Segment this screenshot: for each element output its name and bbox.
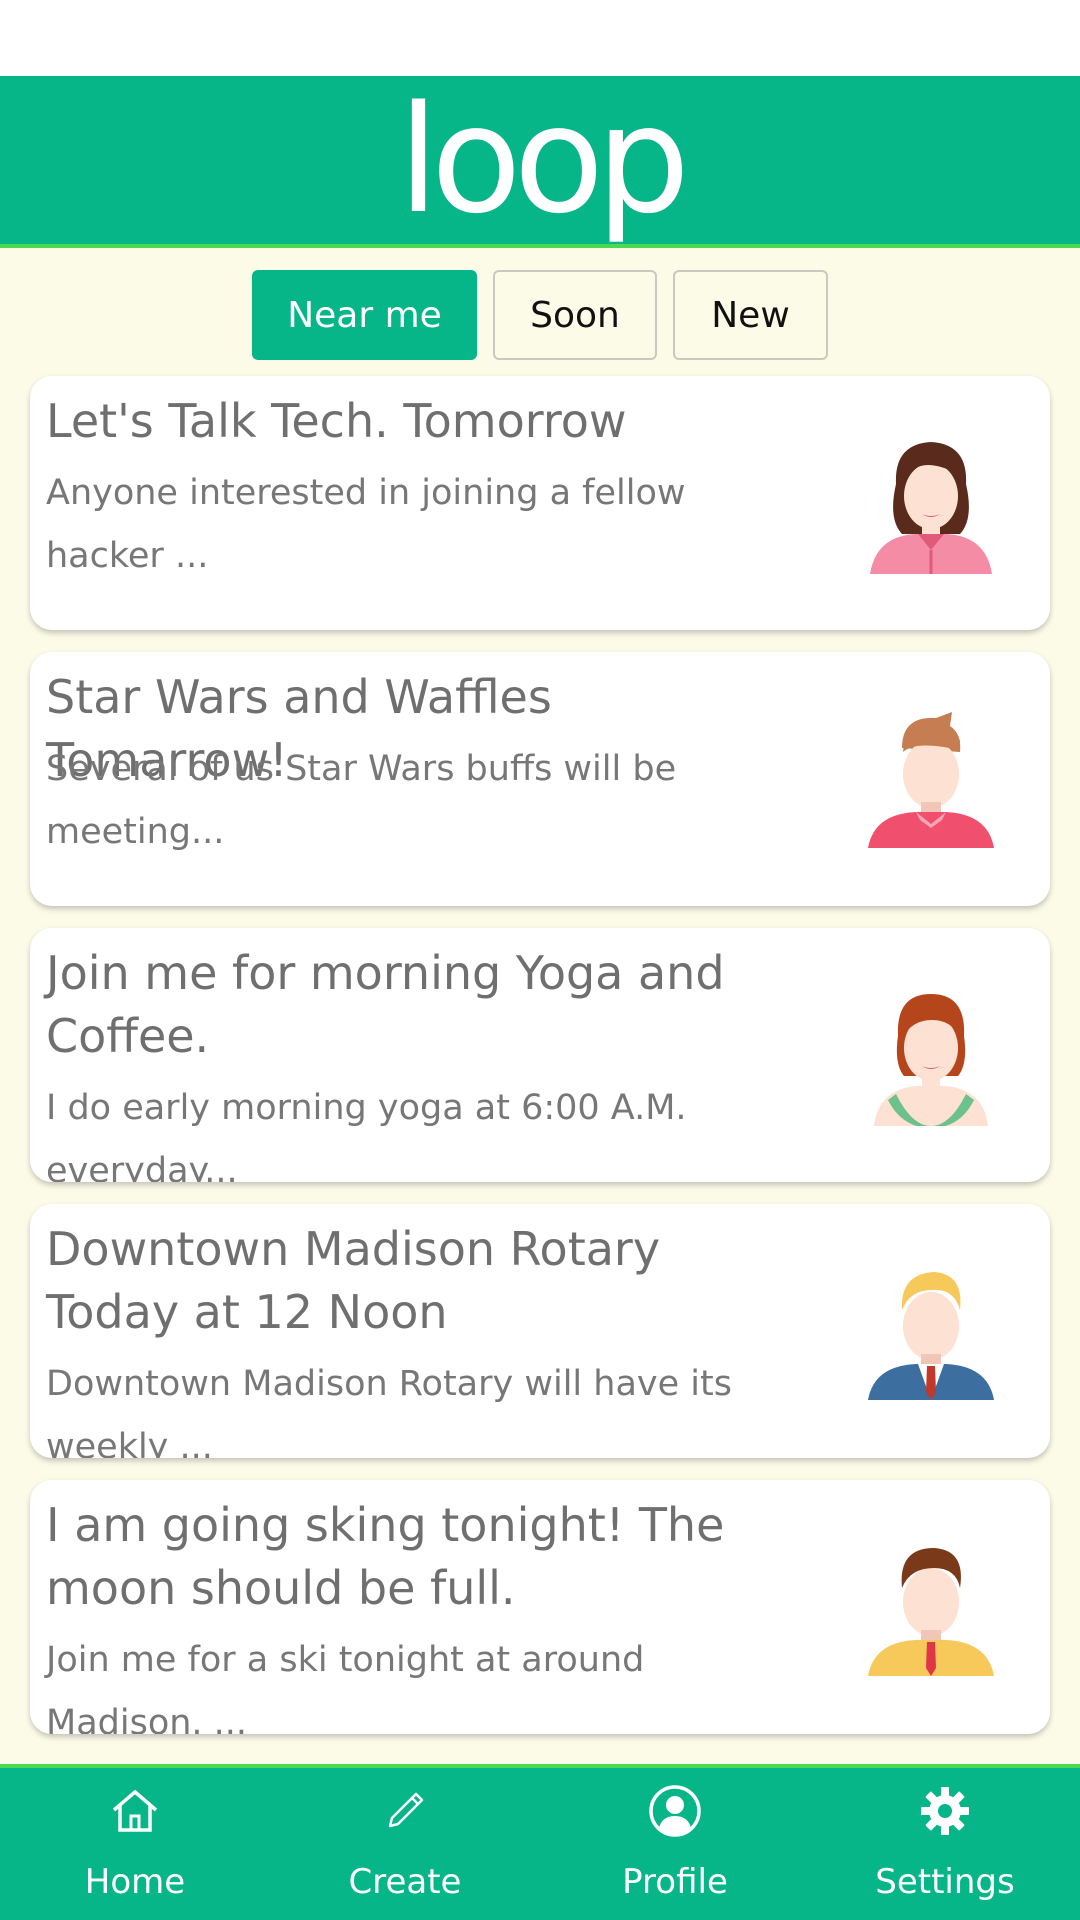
post-description: Several of us Star Wars buffs will be me… [46,749,677,852]
nav-home-label: Home [84,1862,186,1902]
post-card[interactable]: I am going sking tonight! The moon shoul… [30,1480,1050,1734]
profile-icon [649,1785,701,1837]
post-card[interactable]: Downtown Madison Rotary Today at 12 Noon… [30,1204,1050,1458]
nav-create-label: Create [348,1862,462,1902]
man-blond-suit-tie-avatar [868,1272,994,1400]
nav-profile[interactable]: Profile [540,1768,810,1920]
nav-home[interactable]: Home [0,1768,270,1920]
nav-profile-label: Profile [622,1862,728,1902]
post-card[interactable]: Star Wars and Waffles Tomarrow! Several … [30,652,1050,906]
post-card[interactable]: Let's Talk Tech. Tomorrow Anyone interes… [30,376,1050,630]
nav-create[interactable]: Create [270,1768,540,1920]
app-logo: loop [397,74,690,246]
status-bar-area [0,0,1080,76]
gear-icon [921,1787,969,1835]
pencil-icon [388,1792,424,1828]
bottom-navigation: Home Create Profile Settings [0,1764,1080,1920]
post-description: I do early morning yoga at 6:00 A.M. eve… [46,1088,687,1182]
post-title: Let's Talk Tech. Tomorrow [46,394,627,448]
filter-new-button[interactable]: New [673,270,828,360]
app-header: loop [0,76,1080,248]
man-brown-hair-yellow-shirt-avatar [868,1548,994,1676]
filter-near-me-button[interactable]: Near me [252,270,477,360]
woman-dark-hair-pink-shirt-avatar [870,442,992,574]
post-card[interactable]: Join me for morning Yoga and Coffee. I d… [30,928,1050,1182]
post-description: Anyone interested in joining a fellow ha… [46,473,686,576]
filter-soon-button[interactable]: Soon [493,270,657,360]
woman-red-hair-green-top-avatar [874,994,988,1126]
nav-settings[interactable]: Settings [810,1768,1080,1920]
app-screen: loop Near me Soon New Let's Talk Tech. T… [0,0,1080,1920]
nav-settings-label: Settings [875,1862,1015,1902]
post-title: I am going sking tonight! The moon shoul… [46,1498,725,1615]
post-title: Join me for morning Yoga and Coffee. [46,946,725,1063]
post-description: Join me for a ski tonight at around Madi… [46,1640,645,1734]
post-title: Downtown Madison Rotary Today at 12 Noon [46,1222,661,1339]
man-brown-hair-pink-shirt-avatar [868,712,994,848]
home-icon [112,1790,158,1832]
post-description: Downtown Madison Rotary will have its we… [46,1364,732,1458]
filter-tabs: Near me Soon New [0,270,1080,360]
